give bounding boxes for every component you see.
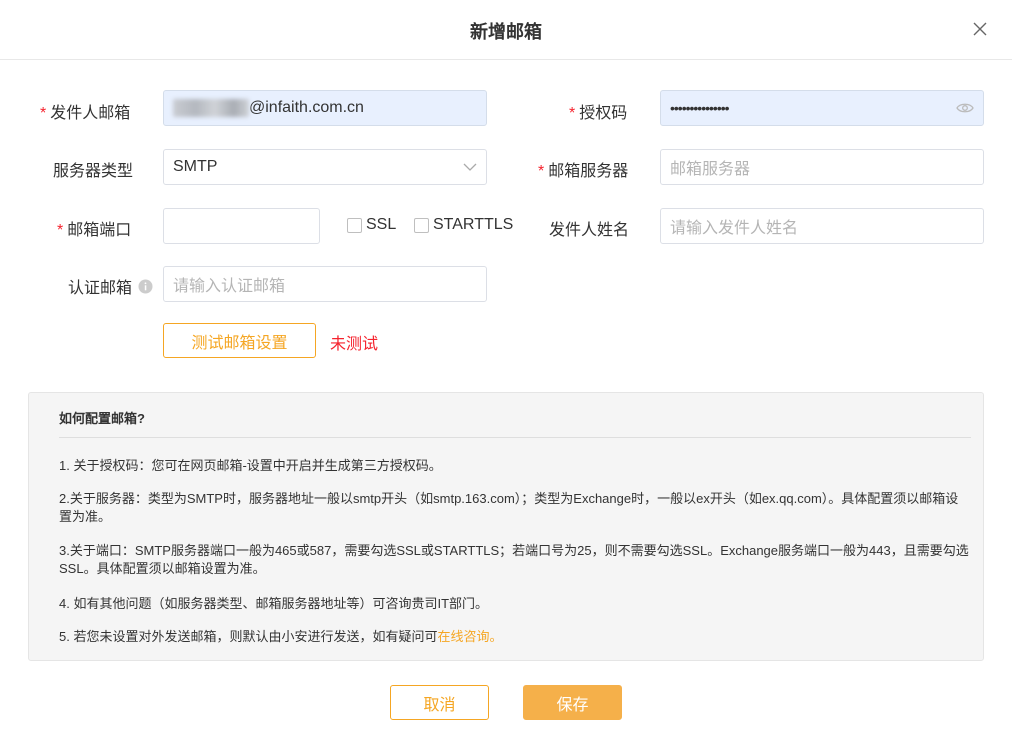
help-item: 1. 关于授权码：您可在网页邮箱-设置中开启并生成第三方授权码。 [59,458,442,473]
save-button[interactable]: 保存 [523,685,622,720]
server-type-select[interactable]: SMTP [163,149,487,185]
help-item: 3.关于端口：SMTP服务器端口一般为465或587，需要勾选SSL或START… [59,543,969,576]
close-icon[interactable] [970,19,990,39]
help-panel: 如何配置邮箱? 1. 关于授权码：您可在网页邮箱-设置中开启并生成第三方授权码。… [28,392,984,661]
auth-code-label: * 授权码 [569,105,628,122]
port-label: * 邮箱端口 [57,222,132,239]
dialog-title: 新增邮箱 [470,22,542,42]
online-consult-link[interactable]: 在线咨询。 [437,629,502,644]
cancel-button[interactable]: 取消 [390,685,489,720]
info-icon[interactable] [138,279,153,294]
test-email-settings-button[interactable]: 测试邮箱设置 [163,323,316,358]
help-item: 4. 如有其他问题（如服务器类型、邮箱服务器地址等）可咨询贵司IT部门。 [59,596,489,611]
redacted-username [173,99,249,117]
starttls-checkbox-box[interactable] [414,217,429,233]
help-item: 2.关于服务器：类型为SMTP时，服务器地址一般以smtp开头（如smtp.16… [59,491,959,524]
add-email-dialog: 新增邮箱 * 发件人邮箱 @infaith.com.cn * 授权码 •••••••… [0,0,1012,754]
required-mark: * [40,105,47,122]
test-status-text: 未测试 [330,336,379,353]
port-input[interactable] [163,208,320,244]
sender-name-label: 发件人姓名 [549,222,630,239]
help-item: 5. 若您未设置对外发送邮箱，则默认由小安进行发送，如有疑问可在线咨询。 [59,629,503,644]
starttls-checkbox[interactable]: STARTTLS [414,216,513,234]
help-title: 如何配置邮箱? [59,411,145,426]
required-mark: * [538,163,545,180]
ssl-checkbox-box[interactable] [347,217,362,233]
required-mark: * [569,105,576,122]
server-type-label: 服务器类型 [53,163,134,180]
chevron-down-icon [463,163,477,171]
sender-email-label: * 发件人邮箱 [40,105,131,122]
sender-email-input[interactable]: @infaith.com.cn [163,90,487,126]
eye-icon[interactable] [956,102,974,114]
auth-code-input[interactable]: ••••••••••••••• [660,90,984,126]
auth-email-input[interactable]: 请输入认证邮箱 [163,266,487,302]
auth-email-label: 认证邮箱 [68,274,153,298]
mail-server-input[interactable]: 邮箱服务器 [660,149,984,185]
ssl-checkbox[interactable]: SSL [347,216,396,234]
help-divider [59,437,971,438]
sender-name-input[interactable]: 请输入发件人姓名 [660,208,984,244]
mail-server-label: * 邮箱服务器 [538,163,629,180]
required-mark: * [57,222,64,239]
dialog-header: 新增邮箱 [0,0,1012,60]
